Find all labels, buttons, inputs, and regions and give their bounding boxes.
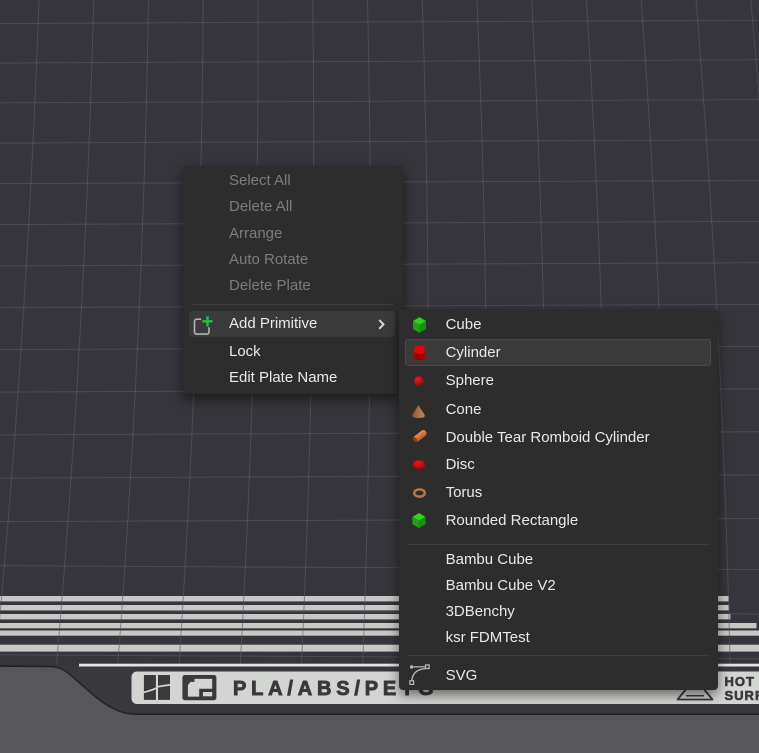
svg-text:SURFACE: SURFACE <box>725 688 759 703</box>
